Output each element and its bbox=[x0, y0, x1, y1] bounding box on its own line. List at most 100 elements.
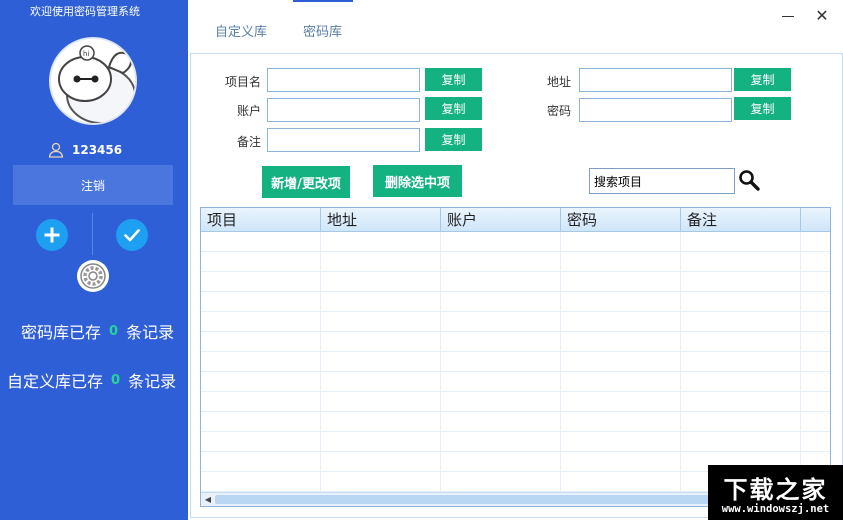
table-cell bbox=[561, 392, 681, 411]
user-row: 123456 bbox=[48, 141, 122, 159]
column-header-note[interactable]: 备注 bbox=[681, 208, 801, 232]
username: 123456 bbox=[72, 143, 123, 157]
column-header-password[interactable]: 密码 bbox=[561, 208, 681, 232]
table-cell bbox=[561, 372, 681, 391]
table-cell bbox=[201, 272, 321, 291]
copy-account-button[interactable]: 复制 bbox=[425, 97, 482, 120]
table-cell bbox=[681, 392, 801, 411]
table-cell bbox=[441, 232, 561, 251]
table-cell bbox=[441, 412, 561, 431]
search-input[interactable] bbox=[589, 168, 735, 194]
table-cell bbox=[561, 292, 681, 311]
close-button[interactable]: ✕ bbox=[812, 6, 832, 26]
table-header: 项目 地址 账户 密码 备注 bbox=[201, 208, 801, 232]
table-cell bbox=[201, 312, 321, 331]
check-icon bbox=[124, 229, 140, 242]
copy-password-button[interactable]: 复制 bbox=[734, 97, 791, 120]
scroll-left-arrow-icon[interactable]: ◀ bbox=[203, 495, 213, 505]
count-prefix: 密码库已存 bbox=[21, 323, 102, 342]
delete-selected-button[interactable]: 删除选中项 bbox=[373, 165, 462, 197]
app-window: 欢迎使用密码管理系统 hi 123456 注销 密码库已存 0 条记录 自定义库… bbox=[0, 0, 843, 520]
table-cell bbox=[201, 412, 321, 431]
table-cell bbox=[561, 232, 681, 251]
table-row[interactable] bbox=[201, 372, 830, 392]
search-icon[interactable] bbox=[738, 169, 760, 191]
note-input[interactable] bbox=[267, 128, 420, 152]
address-input[interactable] bbox=[579, 68, 732, 92]
address-label: 地址 bbox=[546, 75, 571, 89]
password-panel: 项目名 复制 账户 复制 备注 复制 地址 复制 密码 复制 新增/更改项 删除… bbox=[190, 53, 843, 518]
column-header-account[interactable]: 账户 bbox=[441, 208, 561, 232]
table-row[interactable] bbox=[201, 432, 830, 452]
add-update-button[interactable]: 新增/更改项 bbox=[262, 166, 350, 198]
password-label: 密码 bbox=[546, 104, 571, 118]
table-cell bbox=[321, 252, 441, 271]
table-cell bbox=[561, 252, 681, 271]
settings-button[interactable] bbox=[77, 260, 109, 292]
table-cell bbox=[201, 352, 321, 371]
table-cell bbox=[321, 272, 441, 291]
table-cell bbox=[321, 472, 441, 491]
password-input[interactable] bbox=[579, 98, 732, 122]
copy-address-button[interactable]: 复制 bbox=[734, 68, 791, 91]
table-row[interactable] bbox=[201, 312, 830, 332]
user-icon bbox=[48, 142, 64, 158]
table-cell bbox=[441, 432, 561, 451]
count-value: 0 bbox=[111, 372, 121, 388]
minimize-button[interactable] bbox=[782, 16, 794, 17]
tab-custom-library[interactable]: 自定义库 bbox=[215, 21, 267, 40]
table-cell bbox=[561, 472, 681, 491]
scrollbar-thumb[interactable] bbox=[215, 495, 715, 504]
count-suffix: 条记录 bbox=[128, 372, 177, 391]
table-cell bbox=[441, 252, 561, 271]
table-cell bbox=[681, 232, 801, 251]
table-cell bbox=[681, 292, 801, 311]
watermark-url: www.windowszj.net bbox=[721, 503, 830, 515]
table-row[interactable] bbox=[201, 412, 830, 432]
logout-button[interactable]: 注销 bbox=[13, 165, 173, 205]
table-row[interactable] bbox=[201, 272, 830, 292]
table-cell bbox=[201, 432, 321, 451]
item-name-label: 项目名 bbox=[224, 75, 261, 89]
tab-password-library[interactable]: 密码库 bbox=[303, 21, 342, 40]
table-row[interactable] bbox=[201, 232, 830, 252]
table-row[interactable] bbox=[201, 252, 830, 272]
add-button[interactable] bbox=[36, 219, 68, 251]
table-row[interactable] bbox=[201, 332, 830, 352]
table-cell bbox=[441, 272, 561, 291]
table-cell bbox=[441, 372, 561, 391]
table-cell bbox=[441, 392, 561, 411]
copy-item-name-button[interactable]: 复制 bbox=[425, 68, 482, 91]
confirm-button[interactable] bbox=[116, 219, 148, 251]
table-cell bbox=[201, 372, 321, 391]
table-cell bbox=[321, 232, 441, 251]
table-cell bbox=[321, 392, 441, 411]
table-row[interactable] bbox=[201, 352, 830, 372]
table-header-filler bbox=[801, 208, 830, 232]
records-table[interactable]: 项目 地址 账户 密码 备注 ◀ bbox=[200, 207, 831, 507]
app-title: 欢迎使用密码管理系统 bbox=[30, 5, 140, 18]
table-cell bbox=[681, 432, 801, 451]
table-cell bbox=[681, 332, 801, 351]
table-cell bbox=[681, 372, 801, 391]
account-input[interactable] bbox=[267, 98, 420, 122]
custom-library-count: 自定义库已存 0 条记录 bbox=[0, 368, 188, 392]
item-name-input[interactable] bbox=[267, 68, 420, 92]
table-cell bbox=[681, 352, 801, 371]
gear-icon bbox=[80, 263, 106, 289]
column-header-item[interactable]: 项目 bbox=[201, 208, 321, 232]
count-suffix: 条记录 bbox=[126, 323, 175, 342]
table-row[interactable] bbox=[201, 392, 830, 412]
table-row[interactable] bbox=[201, 292, 830, 312]
button-divider bbox=[92, 213, 93, 255]
table-cell bbox=[201, 232, 321, 251]
table-cell bbox=[321, 432, 441, 451]
column-header-address[interactable]: 地址 bbox=[321, 208, 441, 232]
copy-note-button[interactable]: 复制 bbox=[425, 128, 482, 151]
table-cell bbox=[441, 292, 561, 311]
table-cell bbox=[321, 352, 441, 371]
table-cell bbox=[441, 452, 561, 471]
plus-icon bbox=[44, 227, 60, 243]
table-cell bbox=[321, 372, 441, 391]
table-cell bbox=[321, 312, 441, 331]
